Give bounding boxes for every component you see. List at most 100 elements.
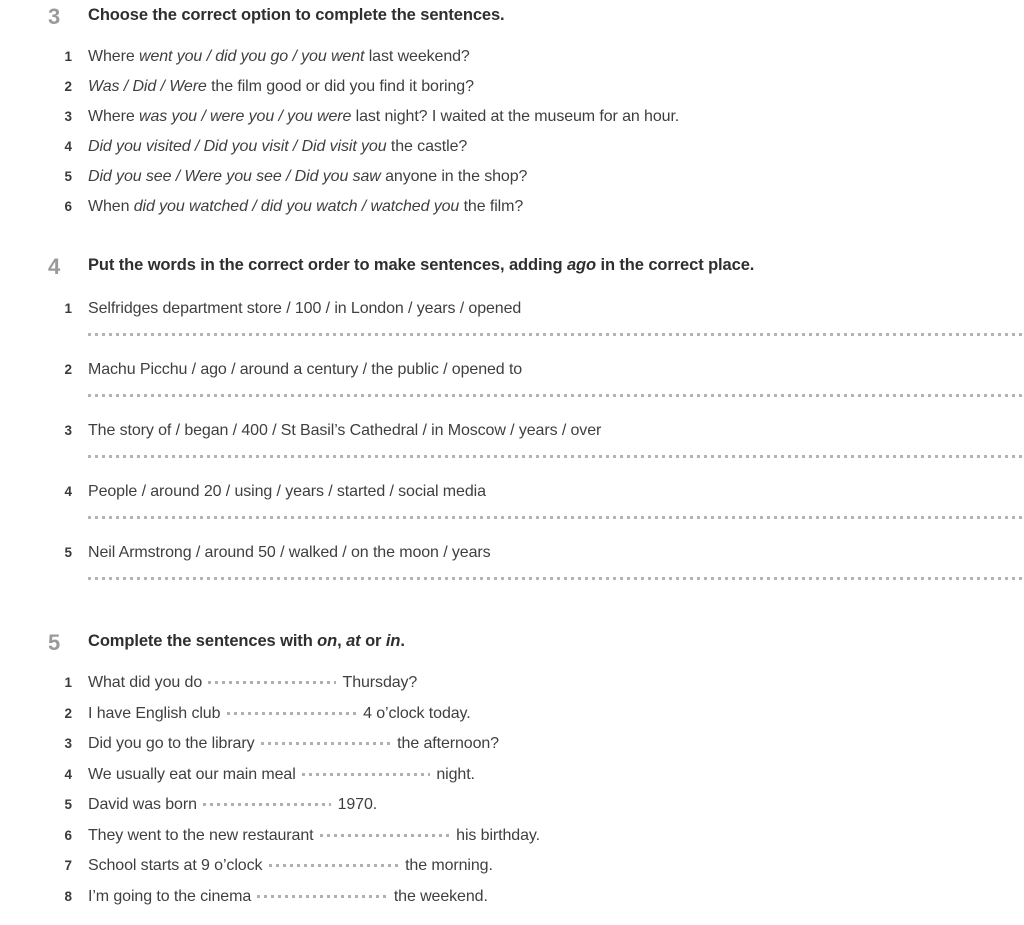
question-text: David was born 1970.: [88, 796, 377, 813]
question-row: 1 What did you do Thursday?: [0, 668, 1024, 699]
question-row: 6 They went to the new restaurant his bi…: [0, 821, 1024, 852]
gap-suffix-text: 4 o’clock today.: [358, 704, 471, 722]
question-text: When did you watched / did you watch / w…: [88, 198, 524, 215]
question-row: 4 People / around 20 / using / years / s…: [0, 477, 1024, 507]
question-number: 5: [64, 545, 72, 560]
question-text: School starts at 9 o’clock the morning.: [88, 857, 493, 874]
question-row: 2 Machu Picchu / ago / around a century …: [0, 355, 1024, 385]
question-text: Neil Armstrong / around 50 / walked / on…: [88, 544, 491, 561]
answer-line[interactable]: [88, 385, 1024, 416]
question-number: 3: [64, 423, 72, 438]
gap-prefix-text: What did you do: [88, 674, 207, 691]
gap-prefix-text: I’m going to the cinema: [88, 887, 256, 905]
gap-suffix-text: the weekend.: [389, 887, 488, 905]
answer-gap[interactable]: [260, 732, 391, 748]
question-number: 8: [64, 888, 72, 904]
question-text: Did you visited / Did you visit / Did vi…: [88, 138, 468, 155]
question-number: 5: [64, 169, 72, 184]
answer-gap[interactable]: [319, 824, 450, 840]
answer-gap[interactable]: [257, 885, 388, 901]
question-text: They went to the new restaurant his birt…: [88, 827, 540, 844]
question-number: 1: [64, 675, 72, 690]
question-row: 3 Where was you / were you / you were la…: [0, 102, 1024, 132]
answer-gap[interactable]: [226, 702, 357, 718]
exercise-3-title: Choose the correct option to complete th…: [88, 6, 505, 24]
gap-prefix-text: I have English club: [88, 704, 225, 722]
gap-suffix-text: 1970.: [333, 796, 378, 813]
exercise-5-number: 5: [48, 630, 61, 655]
question-text: I have English club 4 o’clock today.: [88, 705, 471, 722]
question-row: 6 When did you watched / did you watch /…: [0, 192, 1024, 222]
question-text: Did you see / Were you see / Did you saw…: [88, 168, 528, 185]
question-row: 5 Neil Armstrong / around 50 / walked / …: [0, 538, 1024, 568]
question-number: 2: [64, 79, 72, 94]
exercise-4: 4 Put the words in the correct order to …: [0, 256, 1024, 599]
question-number: 1: [64, 49, 72, 64]
question-number: 2: [64, 362, 72, 377]
question-row: 7 School starts at 9 o’clock the morning…: [0, 851, 1024, 882]
question-row: 5 Did you see / Were you see / Did you s…: [0, 162, 1024, 192]
question-text: I’m going to the cinema the weekend.: [88, 888, 488, 905]
question-number: 7: [64, 858, 72, 873]
question-row: 4 We usually eat our main meal night.: [0, 760, 1024, 791]
question-text: Where went you / did you go / you went l…: [88, 48, 470, 65]
question-number: 4: [64, 484, 72, 499]
question-number: 4: [64, 139, 72, 154]
question-row: 3 Did you go to the library the afternoo…: [0, 729, 1024, 760]
question-text: People / around 20 / using / years / sta…: [88, 483, 486, 500]
question-row: 1 Selfridges department store / 100 / in…: [0, 294, 1024, 324]
exercise-3: 3 Choose the correct option to complete …: [0, 6, 1024, 222]
question-text: What did you do Thursday?: [88, 674, 417, 691]
exercise-3-heading: 3 Choose the correct option to complete …: [0, 6, 1024, 36]
answer-line[interactable]: [88, 568, 1024, 599]
gap-prefix-text: They went to the new restaurant: [88, 826, 318, 844]
exercise-4-question-list: 1 Selfridges department store / 100 / in…: [0, 294, 1024, 599]
question-number: 3: [64, 736, 72, 751]
gap-prefix-text: David was born: [88, 796, 202, 813]
answer-gap[interactable]: [208, 671, 337, 687]
question-number: 6: [64, 199, 72, 214]
answer-gap[interactable]: [302, 763, 431, 779]
gap-prefix-text: School starts at 9 o’clock: [88, 857, 267, 874]
question-text: We usually eat our main meal night.: [88, 766, 475, 783]
question-text: Did you go to the library the afternoon?: [88, 735, 499, 752]
answer-line[interactable]: [88, 446, 1024, 477]
question-row: 5 David was born 1970.: [0, 790, 1024, 821]
exercise-5-question-list: 1 What did you do Thursday? 2 I have Eng…: [0, 668, 1024, 912]
gap-suffix-text: the morning.: [400, 857, 493, 874]
answer-line[interactable]: [88, 507, 1024, 538]
question-row: 4 Did you visited / Did you visit / Did …: [0, 132, 1024, 162]
question-text: Where was you / were you / you were last…: [88, 108, 680, 125]
exercise-5-title: Complete the sentences with on, at or in…: [88, 632, 405, 650]
exercise-5: 5 Complete the sentences with on, at or …: [0, 632, 1024, 912]
answer-line[interactable]: [88, 324, 1024, 355]
question-row: 8 I’m going to the cinema the weekend.: [0, 882, 1024, 913]
question-number: 4: [64, 766, 72, 782]
gap-prefix-text: We usually eat our main meal: [88, 765, 301, 783]
question-row: 1 Where went you / did you go / you went…: [0, 42, 1024, 72]
question-row: 3 The story of / began / 400 / St Basil’…: [0, 416, 1024, 446]
gap-suffix-text: the afternoon?: [392, 735, 499, 752]
question-number: 3: [64, 109, 72, 124]
gap-prefix-text: Did you go to the library: [88, 735, 259, 752]
question-text: The story of / began / 400 / St Basil’s …: [88, 422, 602, 439]
exercise-4-title: Put the words in the correct order to ma…: [88, 256, 755, 274]
answer-gap[interactable]: [203, 793, 332, 809]
gap-suffix-text: his birthday.: [451, 826, 540, 844]
exercise-4-heading: 4 Put the words in the correct order to …: [0, 256, 1024, 286]
question-row: 2 Was / Did / Were the film good or did …: [0, 72, 1024, 102]
question-text: Was / Did / Were the film good or did yo…: [88, 78, 474, 95]
gap-suffix-text: Thursday?: [338, 674, 418, 691]
question-number: 6: [64, 827, 72, 843]
exercise-3-question-list: 1 Where went you / did you go / you went…: [0, 42, 1024, 222]
question-number: 2: [64, 705, 72, 721]
question-number: 1: [64, 301, 72, 316]
answer-gap[interactable]: [268, 854, 399, 870]
question-text: Selfridges department store / 100 / in L…: [88, 300, 522, 317]
question-text: Machu Picchu / ago / around a century / …: [88, 361, 523, 378]
question-number: 5: [64, 797, 72, 812]
exercise-5-heading: 5 Complete the sentences with on, at or …: [0, 632, 1024, 662]
worksheet-page: 3 Choose the correct option to complete …: [0, 0, 1024, 925]
question-row: 2 I have English club 4 o’clock today.: [0, 699, 1024, 730]
exercise-4-number: 4: [48, 254, 61, 279]
